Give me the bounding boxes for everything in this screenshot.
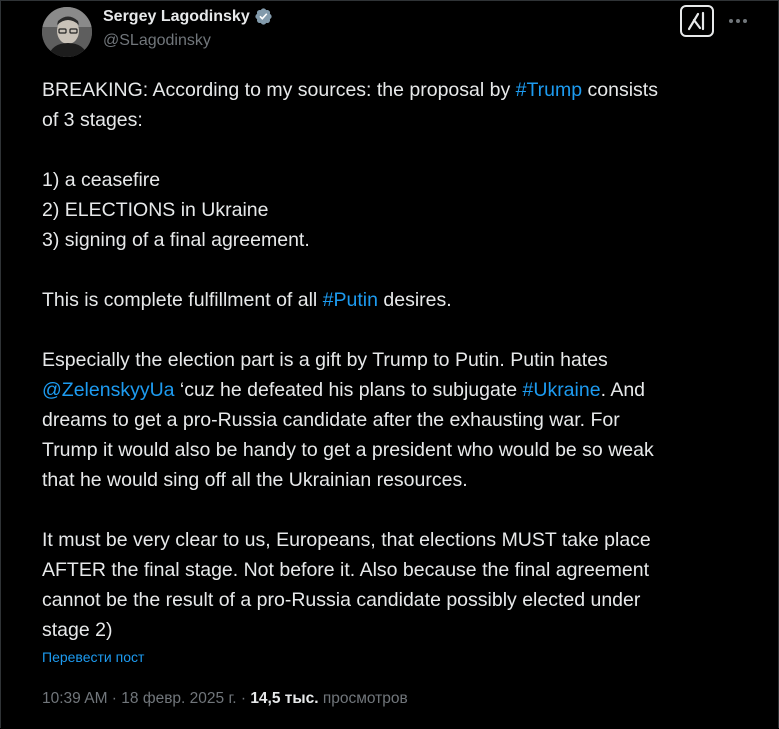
tweet-line: stage 2) <box>42 619 113 641</box>
tweet-line: Trump it would also be handy to get a pr… <box>42 439 654 461</box>
hashtag-trump-link[interactable]: #Trump <box>516 79 582 101</box>
translate-post-link[interactable]: Перевести пост <box>42 649 144 665</box>
views-label: просмотров <box>322 690 408 707</box>
tweet-line: This is complete fulfillment of all #Put… <box>42 289 452 311</box>
avatar[interactable] <box>42 7 92 57</box>
list-item: 1) a ceasefire <box>42 169 161 191</box>
verified-badge-icon <box>254 7 273 26</box>
author-handle[interactable]: @SLagodinsky <box>103 32 211 50</box>
profile-photo-icon <box>42 7 92 57</box>
grok-button[interactable] <box>680 5 714 37</box>
tweet-line: AFTER the final stage. Not before it. Al… <box>42 559 650 581</box>
more-button[interactable] <box>727 10 749 32</box>
views-count[interactable]: 14,5 тыс. <box>250 690 318 707</box>
hashtag-putin-link[interactable]: #Putin <box>323 289 378 311</box>
tweet-line: @ZelenskyyUa ‘cuz he defeated his plans … <box>42 379 646 401</box>
tweet-line: BREAKING: According to my sources: the p… <box>42 79 658 101</box>
tweet-line: dreams to get a pro-Russia candidate aft… <box>42 409 620 431</box>
author-name[interactable]: Sergey Lagodinsky <box>103 8 250 26</box>
list-item: 3) signing of a final agreement. <box>42 229 310 251</box>
tweet-text: BREAKING: According to my sources: the p… <box>42 75 742 645</box>
tweet-line: that he would sing off all the Ukrainian… <box>42 469 468 491</box>
mention-zelenskyyua-link[interactable]: @ZelenskyyUa <box>42 379 175 401</box>
tweet-line: Especially the election part is a gift b… <box>42 349 608 371</box>
tweet-meta: 10:39 AM · 18 февр. 2025 г. · 14,5 тыс. … <box>42 690 408 707</box>
list-item: 2) ELECTIONS in Ukraine <box>42 199 269 221</box>
tweet-line: of 3 stages: <box>42 109 143 131</box>
more-horizontal-icon <box>729 19 747 23</box>
post-time-link[interactable]: 10:39 AM · 18 февр. 2025 г. <box>42 690 237 707</box>
grok-icon <box>687 11 705 31</box>
tweet-line: cannot be the result of a pro-Russia can… <box>42 589 641 611</box>
hashtag-ukraine-link[interactable]: #Ukraine <box>523 379 601 401</box>
author-name-row: Sergey Lagodinsky <box>103 7 273 26</box>
tweet-line: It must be very clear to us, Europeans, … <box>42 529 651 551</box>
